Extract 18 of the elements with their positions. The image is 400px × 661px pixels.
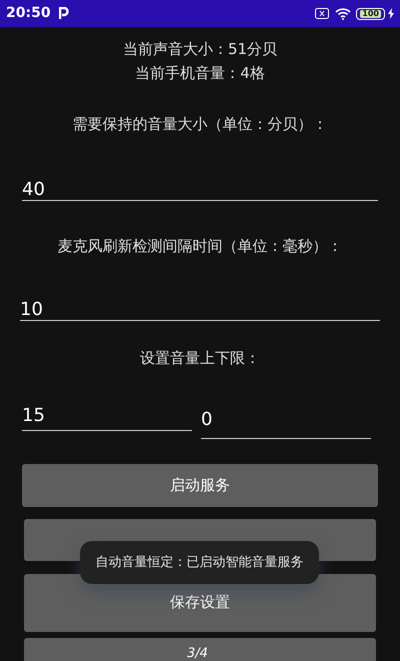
field-label: 麦克风刷新检测间隔时间（单位：毫秒）：: [56, 236, 344, 256]
input-field[interactable]: 40: [22, 178, 378, 200]
page-indicator: 3/4: [187, 645, 208, 661]
input-field[interactable]: 0: [201, 400, 371, 438]
status-time: 20:50: [6, 4, 51, 23]
field-label: 设置音量上下限：: [139, 348, 261, 369]
wifi-icon: [335, 8, 352, 20]
sim-x-icon: [315, 8, 330, 19]
action-button[interactable]: 启动服务: [22, 464, 378, 506]
input-field[interactable]: 10: [20, 299, 380, 321]
parking-icon: [58, 7, 69, 20]
status-toast: 自动音量恒定：已启动智能音量服务: [80, 541, 319, 584]
input-field[interactable]: 15: [22, 400, 192, 430]
charging-icon: [388, 8, 394, 19]
battery-level: 100: [360, 10, 381, 18]
info-text: 当前声音大小：51分贝: [122, 39, 278, 60]
field-label: 需要保持的音量大小（单位：分贝）：: [72, 114, 328, 135]
info-text: 当前手机音量：4格: [135, 63, 265, 84]
